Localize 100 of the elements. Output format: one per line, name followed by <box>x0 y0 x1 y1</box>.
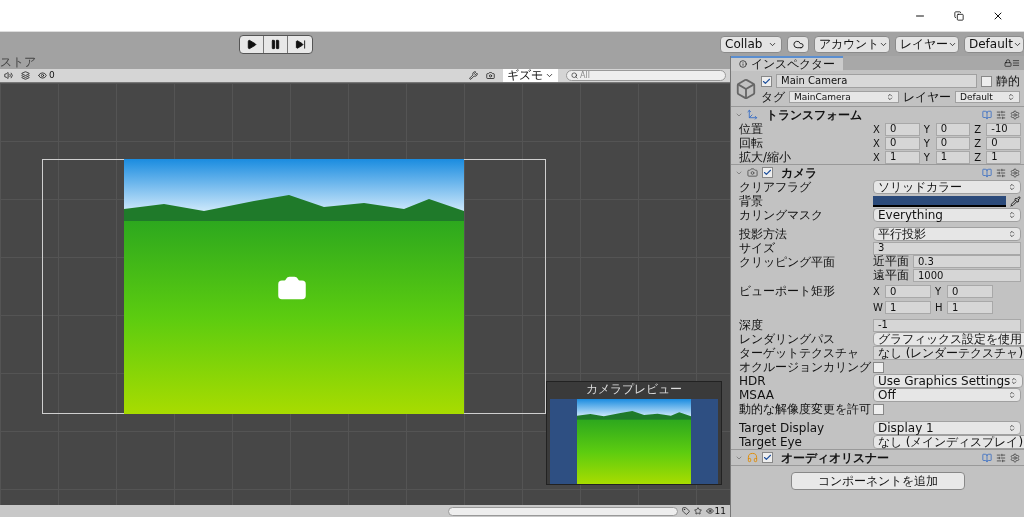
axis-label: H <box>935 301 943 315</box>
axis-label: X <box>873 136 881 151</box>
account-dropdown[interactable]: アカウント <box>814 35 890 53</box>
menu-icon[interactable] <box>1012 59 1020 67</box>
dropdown[interactable]: 平行投影 <box>873 227 1021 241</box>
value-field[interactable]: 3 <box>873 241 1021 255</box>
value-field[interactable]: -10 <box>986 122 1021 136</box>
dropdown[interactable]: なし (メインディスプレイ) <box>873 435 1024 449</box>
caret-icon <box>545 71 554 80</box>
tag-dropdown[interactable]: MainCamera <box>789 91 899 103</box>
visibility-icon[interactable] <box>705 507 714 515</box>
property-label: ビューポート矩形 <box>739 284 836 298</box>
dropdown[interactable]: グラフィックス設定を使用 <box>873 332 1024 346</box>
value-field[interactable]: 1 <box>885 150 920 164</box>
value-field[interactable]: 1 <box>885 301 931 314</box>
effects-icon[interactable] <box>21 71 30 80</box>
value-field[interactable]: 1000 <box>913 269 1021 282</box>
tab-label[interactable]: ストア <box>0 56 36 68</box>
dropdown[interactable]: Off <box>873 388 1021 402</box>
star-icon[interactable] <box>693 507 702 515</box>
value-field[interactable]: 0 <box>935 136 971 150</box>
inspector-tab[interactable]: インスペクター <box>731 55 843 71</box>
value-field[interactable]: 1 <box>986 150 1021 164</box>
tag-icon[interactable] <box>681 507 690 515</box>
caret-icon <box>1008 211 1016 219</box>
name-field[interactable]: Main Camera <box>776 74 977 88</box>
preset-icon[interactable] <box>996 452 1006 463</box>
collab-dropdown[interactable]: Collab <box>720 35 782 53</box>
settings-icon[interactable] <box>1010 452 1020 463</box>
camera-icon <box>747 167 758 178</box>
gameobject-cube-icon <box>735 78 757 100</box>
visibility-icon[interactable] <box>38 71 47 80</box>
value-field[interactable]: 0 <box>885 285 931 298</box>
layout-dropdown[interactable]: Default <box>964 35 1024 53</box>
value-field[interactable]: なし (レンダーテクスチャ) <box>873 346 1024 360</box>
audio-icon[interactable] <box>4 71 13 80</box>
value-field[interactable]: -1 <box>873 318 1021 332</box>
help-book-icon[interactable] <box>982 452 992 463</box>
preset-icon[interactable] <box>996 109 1006 120</box>
caret-icon <box>886 93 894 101</box>
enable-checkbox[interactable] <box>762 167 773 178</box>
property-label: サイズ <box>739 241 776 255</box>
eyedropper-icon[interactable] <box>1010 195 1021 207</box>
axis-label: Y <box>935 285 943 299</box>
lock-icon[interactable] <box>1004 59 1012 67</box>
restore-icon[interactable] <box>954 10 964 21</box>
checkbox[interactable] <box>873 403 884 415</box>
property-label: 回転 <box>739 136 764 150</box>
caret-icon <box>1008 230 1016 238</box>
gizmos-dropdown[interactable]: ギズモ <box>503 69 558 82</box>
value-field[interactable]: 1 <box>947 301 993 314</box>
active-checkbox[interactable] <box>761 75 772 87</box>
axis-label: 遠平面 <box>873 269 909 282</box>
search-icon <box>571 72 578 79</box>
tools-icon[interactable] <box>469 71 478 80</box>
checkbox[interactable] <box>873 361 884 373</box>
component-title: オーディオリスナー <box>781 450 889 465</box>
layers-dropdown[interactable]: レイヤー <box>895 35 959 53</box>
axis-label: X <box>873 150 881 165</box>
value-field[interactable]: 0 <box>986 136 1021 150</box>
cloud-button[interactable] <box>787 35 809 53</box>
help-book-icon[interactable] <box>982 167 992 178</box>
value-field[interactable]: 0 <box>885 122 920 136</box>
property-label: 投影方法 <box>739 227 788 241</box>
layer-count: 11 <box>714 506 726 516</box>
search-field[interactable] <box>447 506 678 516</box>
cloud-icon <box>792 38 804 50</box>
axis-label: X <box>873 285 881 299</box>
dropdown[interactable]: Display 1 <box>873 421 1021 435</box>
property-label: クリッピング平面 <box>739 255 836 269</box>
property-label: 拡大/縮小 <box>739 150 793 164</box>
axis-label: Y <box>923 150 931 165</box>
caret-icon <box>1007 93 1015 101</box>
axis-label: Y <box>923 122 931 137</box>
enable-checkbox[interactable] <box>762 452 773 463</box>
dropdown[interactable]: Everything <box>873 208 1021 222</box>
value-field[interactable]: 0 <box>947 285 993 298</box>
play-icon <box>246 38 257 50</box>
value-field[interactable]: 0 <box>935 122 971 136</box>
property-label: カリングマスク <box>739 208 824 222</box>
add-component-button[interactable]: コンポーネントを追加 <box>790 472 965 490</box>
property-label: Target Eye <box>739 435 803 449</box>
color-swatch[interactable] <box>873 195 1006 207</box>
layer-dropdown[interactable]: Default <box>955 91 1020 103</box>
help-book-icon[interactable] <box>982 109 992 120</box>
axis-label: 近平面 <box>873 255 909 268</box>
property-label: HDR <box>739 374 767 388</box>
dropdown[interactable]: Use Graphics Settings <box>873 374 1024 388</box>
value-field[interactable]: 0 <box>885 136 920 150</box>
settings-icon[interactable] <box>1010 109 1020 120</box>
preset-icon[interactable] <box>996 167 1006 178</box>
dropdown[interactable]: ソリッドカラー <box>873 180 1021 194</box>
property-label: MSAA <box>739 388 775 402</box>
axis-label: Z <box>974 150 983 165</box>
settings-icon[interactable] <box>1010 167 1020 178</box>
value-field[interactable]: 1 <box>935 150 971 164</box>
value-field[interactable]: 0.3 <box>913 255 1021 268</box>
camera-icon[interactable] <box>486 71 495 80</box>
caret-icon <box>1008 391 1016 399</box>
static-checkbox[interactable] <box>981 75 992 87</box>
